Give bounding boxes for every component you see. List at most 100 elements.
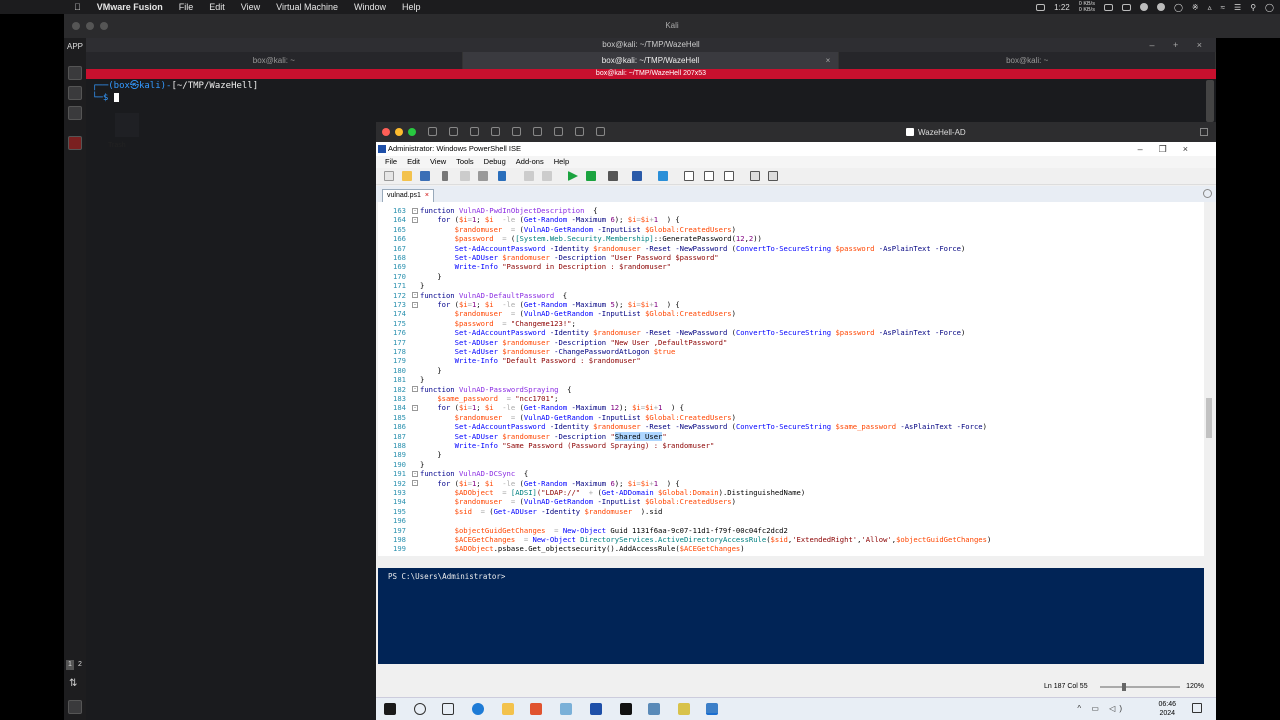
- script-editor[interactable]: 163- function VulnAD-PwdInObjectDescripti…: [378, 202, 1204, 556]
- menu-virtual-machine[interactable]: Virtual Machine: [268, 2, 346, 12]
- ise-console[interactable]: PS C:\Users\Administrator>: [378, 568, 1204, 664]
- terminal-tab-3[interactable]: box@kali: ~: [839, 52, 1217, 69]
- ise-menu-debug[interactable]: Debug: [479, 156, 511, 168]
- powershell-icon[interactable]: [590, 703, 602, 715]
- zoom-slider[interactable]: [1100, 686, 1180, 688]
- fold-toggle-icon[interactable]: -: [412, 404, 418, 411]
- code-line[interactable]: 174 $randomuser = (VulnAD-GetRandom -Inp…: [378, 309, 1198, 318]
- code-line[interactable]: 189 }: [378, 450, 1198, 459]
- code-line[interactable]: 177 Set-ADUser $randomuser -Description …: [378, 338, 1198, 347]
- display-icon[interactable]: [1121, 3, 1131, 11]
- code-line[interactable]: 194 $randomuser = (VulnAD-GetRandom -Inp…: [378, 497, 1198, 506]
- system-tray[interactable]: ^ ▭ ◁): [1077, 704, 1126, 713]
- show-script-max-icon[interactable]: [724, 171, 734, 181]
- start-windows-icon[interactable]: [384, 703, 396, 715]
- code-line[interactable]: 184- for ($i=1; $i -le (Get-Random -Maxi…: [378, 403, 1198, 412]
- code-line[interactable]: 192- for ($i=1; $i -le (Get-Random -Maxi…: [378, 479, 1198, 488]
- fold-toggle-icon[interactable]: -: [412, 470, 418, 477]
- new-file-icon[interactable]: [384, 171, 394, 181]
- editor-scrollbar[interactable]: [1204, 202, 1214, 556]
- code-line[interactable]: 169 Write-Info "Password in Description …: [378, 262, 1198, 271]
- cut-icon[interactable]: [442, 171, 448, 181]
- menu-edit[interactable]: Edit: [201, 2, 233, 12]
- screen-record-icon[interactable]: [1036, 3, 1046, 11]
- pane-splitter[interactable]: [378, 556, 1214, 568]
- redo-icon[interactable]: [542, 171, 552, 181]
- paste-icon[interactable]: [478, 171, 488, 181]
- terminal-output[interactable]: ┌──(box㉿kali)-[~/TMP/WazeHell] └─$: [92, 80, 1192, 104]
- code-line[interactable]: 165 $randomuser = (VulnAD-GetRandom -Inp…: [378, 225, 1198, 234]
- vm-minimize-button[interactable]: [395, 128, 403, 136]
- show-addons-icon[interactable]: [768, 171, 778, 181]
- show-script-right-icon[interactable]: [704, 171, 714, 181]
- cmd-icon[interactable]: [620, 703, 632, 715]
- code-line[interactable]: 172- function VulnAD-DefaultPassword {: [378, 291, 1198, 300]
- usb-icon[interactable]: [575, 127, 584, 136]
- terminal-scrollbar[interactable]: [1206, 80, 1214, 122]
- code-line[interactable]: 164- for ($i=1; $i -le (Get-Random -Maxi…: [378, 215, 1198, 224]
- active-app-icon[interactable]: [68, 136, 82, 150]
- code-line[interactable]: 196: [378, 516, 1198, 525]
- swap-icon[interactable]: ⇅: [69, 678, 77, 689]
- network-icon[interactable]: [491, 127, 500, 136]
- home-folder-icon[interactable]: [68, 66, 82, 80]
- show-script-top-icon[interactable]: [684, 171, 694, 181]
- terminal-tab-1[interactable]: box@kali: ~: [86, 52, 463, 69]
- terminal-window-controls[interactable]: – + ×: [1149, 38, 1210, 52]
- display-icon[interactable]: [554, 127, 563, 136]
- file-tab-vulnad[interactable]: vulnad.ps1 ×: [382, 189, 434, 202]
- ise-menu-edit[interactable]: Edit: [402, 156, 425, 168]
- code-line[interactable]: 188 Write-Info "Same Password (Password …: [378, 441, 1198, 450]
- code-line[interactable]: 187 Set-ADUser $randomuser -Description …: [378, 431, 1198, 441]
- close-file-tab-icon[interactable]: ×: [425, 192, 429, 199]
- edge-icon[interactable]: [472, 703, 484, 715]
- server-manager-icon[interactable]: [560, 703, 572, 715]
- ise-menu-tools[interactable]: Tools: [451, 156, 479, 168]
- code-line[interactable]: 198 $ACEGetChanges = New-Object Director…: [378, 535, 1198, 544]
- wrench-icon[interactable]: [470, 127, 479, 136]
- code-line[interactable]: 170 }: [378, 272, 1198, 281]
- terminal-tab-2[interactable]: box@kali: ~/TMP/WazeHell ×: [462, 52, 840, 69]
- menu-file[interactable]: File: [171, 2, 202, 12]
- network-app-icon[interactable]: [648, 703, 660, 715]
- stop-icon[interactable]: [608, 171, 618, 181]
- file-explorer-icon[interactable]: [502, 703, 514, 715]
- apps-menu-label[interactable]: APP: [67, 42, 83, 51]
- code-line[interactable]: 190}: [378, 460, 1198, 469]
- code-line[interactable]: 185 $randomuser = (VulnAD-GetRandom -Inp…: [378, 413, 1198, 422]
- code-line[interactable]: 171}: [378, 281, 1198, 290]
- headphones-icon[interactable]: ◯: [1174, 3, 1183, 12]
- app-menu-vmware[interactable]: VMware Fusion: [89, 2, 171, 12]
- back-icon[interactable]: [596, 127, 605, 136]
- save-icon[interactable]: [420, 171, 430, 181]
- fold-toggle-icon[interactable]: -: [412, 480, 418, 487]
- fold-toggle-icon[interactable]: -: [412, 207, 418, 214]
- code-line[interactable]: 199 $ADObject.psbase.Get_objectsecurity(…: [378, 544, 1198, 553]
- code-line[interactable]: 176 Set-AdAccountPassword -Identity $ran…: [378, 328, 1198, 337]
- status-dot-icon[interactable]: [1139, 3, 1148, 11]
- workspace-1[interactable]: 1: [66, 660, 74, 670]
- ise-menu-addons[interactable]: Add-ons: [511, 156, 549, 168]
- pause-icon[interactable]: [428, 127, 437, 136]
- code-line[interactable]: 163- function VulnAD-PwdInObjectDescripti…: [378, 206, 1198, 215]
- code-line[interactable]: 180 }: [378, 366, 1198, 375]
- code-line[interactable]: 166 $password = ([System.Web.Security.Me…: [378, 234, 1198, 243]
- ise-menu-file[interactable]: File: [380, 156, 402, 168]
- terminal-icon[interactable]: [68, 106, 82, 120]
- task-view-icon[interactable]: [442, 703, 454, 715]
- copy-icon[interactable]: [460, 171, 470, 181]
- ad-users-icon[interactable]: [678, 703, 690, 715]
- fold-toggle-icon[interactable]: -: [412, 216, 418, 223]
- trash-icon[interactable]: [115, 113, 139, 137]
- remote-powershell-icon[interactable]: [632, 171, 642, 181]
- battery-icon[interactable]: [1103, 3, 1113, 11]
- code-line[interactable]: 195 $sid = (Get-ADUser -Identity $random…: [378, 507, 1198, 516]
- vm-zoom-button[interactable]: [408, 128, 416, 136]
- control-center-icon[interactable]: ☰: [1234, 3, 1241, 12]
- code-line[interactable]: 168 Set-ADUser $randomuser -Description …: [378, 253, 1198, 262]
- search-icon[interactable]: ⚲: [1250, 3, 1256, 12]
- search-icon[interactable]: [414, 703, 426, 715]
- menu-help[interactable]: Help: [394, 2, 429, 12]
- powershell-ise-icon[interactable]: [706, 703, 718, 715]
- notification-icon[interactable]: [1192, 703, 1202, 713]
